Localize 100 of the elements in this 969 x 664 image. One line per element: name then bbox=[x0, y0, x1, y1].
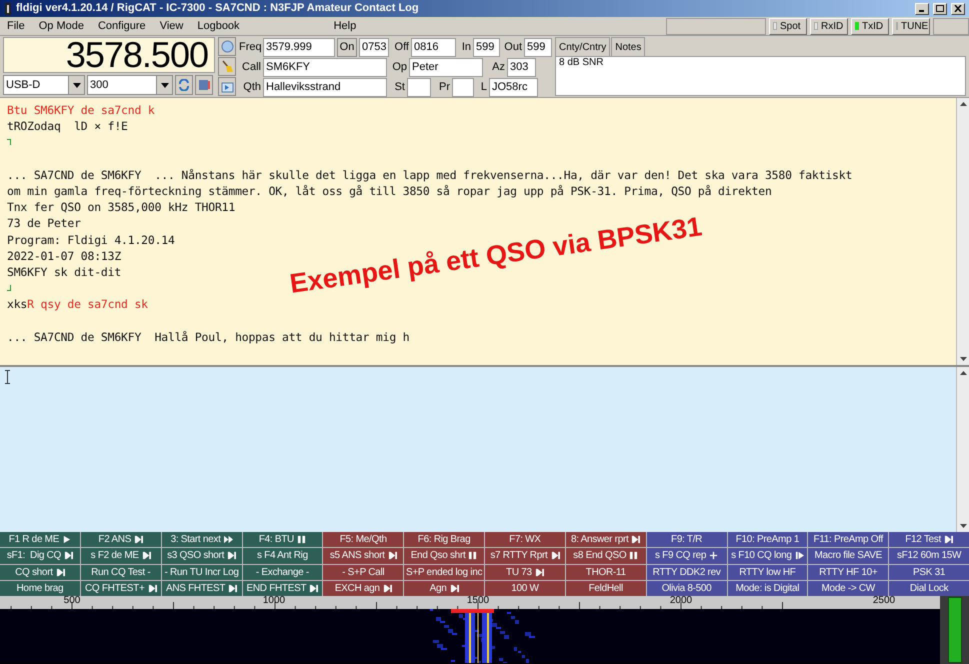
info-tab[interactable]: Cnty/Cntry bbox=[555, 37, 610, 56]
macro-button[interactable]: s F2 de ME bbox=[80, 548, 161, 564]
macro-button[interactable]: 100 W bbox=[485, 580, 565, 596]
macro-button[interactable]: 8: Answer rprt bbox=[566, 532, 646, 548]
macro-button[interactable]: s F4 Ant Rig bbox=[242, 548, 322, 564]
macro-button[interactable]: Mode -> CW bbox=[808, 580, 888, 596]
maximize-button[interactable] bbox=[933, 2, 947, 14]
macro-button[interactable]: Dial Lock bbox=[889, 580, 969, 596]
clear-button[interactable] bbox=[218, 57, 236, 76]
macro-button[interactable]: s5 ANS short bbox=[323, 548, 404, 564]
macro-button[interactable]: s8 End QSO bbox=[566, 548, 646, 564]
refresh-button[interactable] bbox=[175, 75, 193, 95]
macro-button[interactable]: FeldHell bbox=[566, 580, 646, 596]
input-field[interactable]: Peter bbox=[409, 58, 483, 77]
macro-button[interactable]: EXCH agn bbox=[323, 580, 404, 596]
macro-button[interactable]: - S+P Call bbox=[323, 564, 404, 580]
macro-button[interactable]: End Qso shrt bbox=[404, 548, 484, 564]
receive-text-line: ... SA7CND de SM6KFY Hallå Poul, hoppas att du hittar mig h bbox=[7, 330, 410, 344]
macro-button[interactable]: Home brag bbox=[0, 580, 80, 596]
macro-button[interactable]: F7: WX bbox=[485, 532, 565, 548]
close-icon bbox=[954, 5, 962, 12]
macro-button[interactable]: F11: PreAmp Off bbox=[808, 532, 888, 548]
macro-button[interactable]: CQ short bbox=[0, 564, 80, 580]
input-field[interactable]: 599 bbox=[473, 38, 500, 57]
macro-button[interactable]: ANS FHTEST bbox=[162, 580, 242, 596]
menu-item[interactable]: Logbook bbox=[190, 18, 247, 34]
macro-button[interactable]: PSK 31 bbox=[889, 564, 969, 580]
indicator-button[interactable]: RxID bbox=[810, 18, 848, 34]
receive-text-line: tROZodaq lD × f!E bbox=[7, 119, 128, 134]
minimize-button[interactable] bbox=[915, 2, 929, 14]
input-field[interactable]: 0816 bbox=[411, 38, 456, 57]
macro-button[interactable]: THOR-11 bbox=[566, 564, 646, 580]
input-field[interactable] bbox=[407, 78, 431, 97]
macro-button[interactable]: END FHTEST bbox=[242, 580, 322, 596]
macro-button[interactable]: sF1: Dig CQ bbox=[0, 548, 80, 564]
memory-button[interactable] bbox=[195, 75, 213, 95]
transmitted-text: R qsy de sa7cnd sk bbox=[27, 297, 148, 312]
macro-button[interactable]: s3 QSO short bbox=[162, 548, 242, 564]
indicator-button[interactable]: TUNE bbox=[892, 18, 930, 34]
scale-label: 500 bbox=[62, 595, 82, 607]
info-tab[interactable]: Notes bbox=[611, 37, 646, 56]
notes-text-area[interactable]: 8 dB SNR bbox=[555, 56, 966, 96]
macro-button[interactable]: F6: Rig Brag bbox=[404, 532, 484, 548]
macro-button[interactable]: Run CQ Test - bbox=[80, 564, 161, 580]
macro-button[interactable]: Mode: is Digital bbox=[728, 580, 808, 596]
macro-button[interactable]: RTTY low HF bbox=[728, 564, 808, 580]
input-field[interactable]: 599 bbox=[524, 38, 552, 57]
signal-level-meter bbox=[948, 597, 962, 663]
macro-button[interactable]: Olivia 8-500 bbox=[646, 580, 726, 596]
transmit-scrollbar[interactable] bbox=[956, 367, 969, 532]
skip-icon bbox=[944, 535, 953, 544]
input-field[interactable]: SM6KFY bbox=[263, 58, 387, 77]
field-label: St bbox=[394, 80, 405, 96]
menu-item[interactable]: Help bbox=[326, 18, 364, 34]
macro-button[interactable]: F2 ANS bbox=[80, 532, 161, 548]
input-field[interactable]: JO58rc bbox=[489, 78, 538, 97]
menu-item[interactable]: Configure bbox=[90, 18, 153, 34]
macro-button[interactable]: s F10 CQ long bbox=[728, 548, 808, 564]
macro-button[interactable]: F4: BTU bbox=[242, 532, 322, 548]
bandwidth-dropdown[interactable]: 300 bbox=[87, 75, 173, 95]
skip-icon bbox=[450, 584, 459, 593]
macro-button[interactable]: F12 Test bbox=[889, 532, 969, 548]
input-field[interactable] bbox=[452, 78, 474, 97]
on-time-button[interactable]: On bbox=[337, 38, 357, 57]
globe-button[interactable] bbox=[218, 37, 236, 56]
macro-button[interactable]: sF12 60m 15W bbox=[889, 548, 969, 564]
broom-icon bbox=[220, 60, 234, 73]
indicator-button[interactable]: TxID bbox=[851, 18, 889, 34]
macro-button[interactable]: TU 73 bbox=[485, 564, 565, 580]
macro-button[interactable]: RTTY DDK2 rev bbox=[646, 564, 726, 580]
input-field[interactable]: 0753 bbox=[359, 38, 389, 57]
waterfall-drawing[interactable] bbox=[0, 609, 940, 663]
mode-dropdown[interactable]: USB-D bbox=[3, 75, 85, 95]
corner-marker-icon bbox=[7, 285, 11, 292]
macro-button[interactable]: s F9 CQ rep bbox=[646, 548, 726, 564]
close-button[interactable] bbox=[951, 2, 965, 14]
menu-item[interactable]: File bbox=[0, 18, 32, 34]
macro-button[interactable]: 3: Start next bbox=[162, 532, 242, 548]
menu-item[interactable]: Op Mode bbox=[32, 18, 91, 34]
macro-button[interactable]: S+P ended log inc bbox=[404, 564, 484, 580]
input-field[interactable]: 3579.999 bbox=[263, 38, 335, 57]
field-label: Off bbox=[394, 40, 409, 56]
receive-scrollbar[interactable] bbox=[956, 98, 969, 365]
menu-item[interactable]: View bbox=[152, 18, 190, 34]
macro-button[interactable]: RTTY HF 10+ bbox=[808, 564, 888, 580]
macro-button[interactable]: Agn bbox=[404, 580, 484, 596]
macro-button[interactable]: CQ FHTEST+ bbox=[80, 580, 161, 596]
receive-text-line: Btu SM6KFY de sa7cnd k bbox=[7, 103, 155, 117]
indicator-button[interactable]: Spot bbox=[769, 18, 807, 34]
input-field[interactable]: 303 bbox=[507, 58, 536, 77]
input-field[interactable]: Halleviksstrand bbox=[263, 78, 387, 97]
macro-button[interactable]: F9: T/R bbox=[646, 532, 726, 548]
macro-button[interactable]: Macro file SAVE bbox=[808, 548, 888, 564]
macro-button[interactable]: s7 RTTY Rprt bbox=[485, 548, 565, 564]
macro-button[interactable]: - Run TU Incr Log bbox=[162, 564, 242, 580]
log-button[interactable] bbox=[218, 77, 236, 96]
macro-button[interactable]: F1 R de ME bbox=[0, 532, 80, 548]
macro-button[interactable]: F5: Me/Qth bbox=[323, 532, 404, 548]
macro-button[interactable]: - Exchange - bbox=[242, 564, 322, 580]
macro-button[interactable]: F10: PreAmp 1 bbox=[728, 532, 808, 548]
